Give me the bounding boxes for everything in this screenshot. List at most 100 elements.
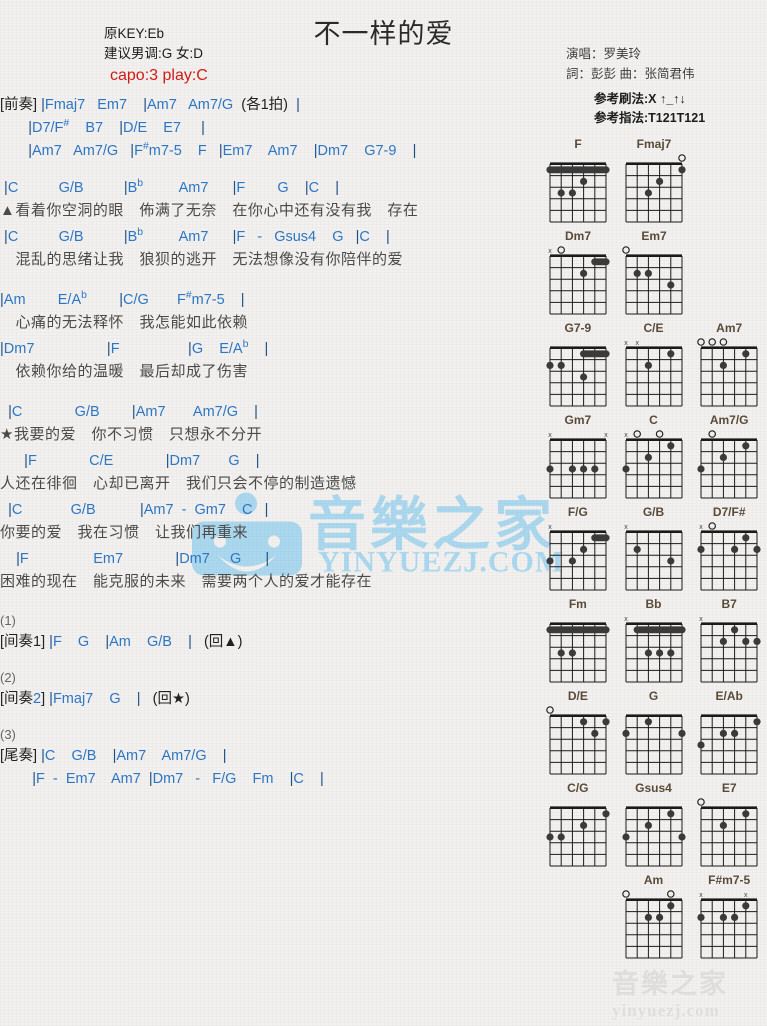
chord-diagram-cell[interactable]: Am7 xyxy=(691,320,767,412)
chord-diagram-cell[interactable]: E/Ab xyxy=(691,688,767,780)
chord-diagram-cell[interactable]: F/G x xyxy=(540,504,616,596)
chord-diagram-em7 xyxy=(622,246,683,315)
section-number: (3) xyxy=(0,727,16,742)
chord-diagram-cell[interactable]: Gsus4 xyxy=(616,780,692,872)
chord-line: |F C/E |Dm7 G | xyxy=(24,453,260,469)
chord-diagram-am7 xyxy=(697,338,758,407)
section-number: (2) xyxy=(0,670,16,685)
svg-text:x: x xyxy=(548,432,552,439)
chord-line: [前奏] |Fmaj7 Em7 |Am7 Am7/G (各1拍) | xyxy=(0,97,300,113)
fingerstyle-reference: 参考指法:T121T121 xyxy=(594,111,706,125)
chord-line: |C G/B |Bb Am7 |F - Gsus4 G |C | xyxy=(4,227,390,245)
chord-diagram-e-ab xyxy=(697,714,761,775)
chord-diagram-name: Dm7 xyxy=(564,229,591,243)
lyric-line: ★我要的爱 你不习惯 只想永不分开 xyxy=(0,426,262,443)
svg-text:x: x xyxy=(744,892,748,899)
chord-line: |Am7 Am7/G |F#m7-5 F |Em7 Am7 |Dm7 G7-9 … xyxy=(28,141,417,159)
lyric-line: 人还在徘徊 心却已离开 我们只会不停的制造遗憾 xyxy=(0,475,357,492)
chord-diagram-cell[interactable]: Fmaj7 xyxy=(616,136,692,228)
svg-text:x: x xyxy=(699,892,703,899)
credits: 詞：彭彭 曲：张简君伟 xyxy=(566,67,695,81)
chord-diagram-cell[interactable]: C/E x x xyxy=(616,320,692,412)
svg-text:x: x xyxy=(624,340,628,347)
chord-diagram-name: Am7 xyxy=(716,321,743,335)
chord-diagram-c-e: xx xyxy=(624,340,682,407)
chord-line: |Am E/Ab |C/G F#m7-5 | xyxy=(0,290,245,308)
chord-diagram-cell[interactable]: G/B x xyxy=(616,504,692,596)
diagram-spacer xyxy=(540,872,616,964)
chord-diagram-cell[interactable]: E7 xyxy=(691,780,767,872)
svg-text:x: x xyxy=(699,616,703,623)
chord-diagram-name: Gm7 xyxy=(564,413,592,427)
chord-diagram-name: C/G xyxy=(567,781,589,795)
chord-diagram-gm7: xx xyxy=(546,432,608,499)
chord-diagram-d7-f-: x xyxy=(697,522,761,591)
chord-diagram-cell[interactable]: G xyxy=(616,688,692,780)
chord-diagram-row: D/E G E/Ab xyxy=(540,688,767,780)
chord-diagram-cell[interactable]: Cx xyxy=(616,412,692,504)
chord-diagram-name: Am xyxy=(643,873,664,887)
chord-diagram-row: C/G Gsus4 E7 xyxy=(540,780,767,872)
svg-text:x: x xyxy=(604,432,608,439)
chord-line: [尾奏] |C G/B |Am7 Am7/G | xyxy=(0,748,227,764)
chord-diagram-c-g xyxy=(546,806,610,867)
chord-diagram-row: Fm Bb x B7 x xyxy=(540,596,767,688)
chord-diagram-name: E7 xyxy=(721,781,737,795)
chord-diagram-g7-9 xyxy=(546,346,610,407)
chord-diagram-cell[interactable]: Am xyxy=(616,872,692,964)
svg-text:x: x xyxy=(548,524,552,531)
chord-diagram-b7: x xyxy=(699,616,761,683)
chord-diagram-name: C xyxy=(649,413,658,427)
chord-diagram-cell[interactable]: Bb x xyxy=(616,596,692,688)
chord-diagram-cell[interactable]: F xyxy=(540,136,616,228)
lyric-line: 依赖你给的温暖 最后却成了伤害 xyxy=(0,363,249,380)
chord-line: |C G/B |Am7 Am7/G | xyxy=(8,404,258,420)
chord-diagram-row: Dm7 x Em7 xyxy=(540,228,767,320)
chord-diagram-cell[interactable]: D7/F# x xyxy=(691,504,767,596)
chord-diagram-name: Gsus4 xyxy=(635,781,672,795)
chord-diagram-cell[interactable]: C/G xyxy=(540,780,616,872)
chord-diagram-name: Bb xyxy=(645,597,662,611)
chord-diagram-cell[interactable]: B7 x xyxy=(691,596,767,688)
chord-diagram-panel: F Fmaj7 Dm7 x Em7 G7-9 C/E x x Am7 Gm7 x x Cx Am7/G F/G… xyxy=(540,136,767,964)
chord-diagram-cell[interactable]: F#m7-5 x x xyxy=(691,872,767,964)
strum-reference: 参考刷法:X ↑_↑↓ xyxy=(594,92,686,106)
chord-line: |C G/B |Am7 - Gm7 C | xyxy=(8,502,269,518)
chord-diagram-fmaj7 xyxy=(625,154,686,223)
chord-diagram-f-m7-5: xx xyxy=(697,892,758,959)
chord-diagram-name: G7-9 xyxy=(564,321,592,335)
chord-diagram-name: G xyxy=(648,689,659,703)
chord-line: [间奏2] |Fmaj7 G | (回★) xyxy=(0,691,190,707)
chord-line: |F Em7 |Dm7 G | xyxy=(16,551,270,567)
svg-text:x: x xyxy=(548,248,552,255)
chord-diagram-g xyxy=(621,714,686,775)
chord-line: |D7/F# B7 |D/E E7 | xyxy=(28,118,205,136)
chord-diagram-c: x xyxy=(621,430,682,499)
chord-line: |F - Em7 Am7 |Dm7 - F/G Fm |C | xyxy=(32,771,324,787)
chord-diagram-d-e xyxy=(546,706,610,775)
chord-lyric-body: [前奏] |Fmaj7 Em7 |Am7 Am7/G (各1拍) | |D7/F… xyxy=(0,96,600,793)
chord-diagram-row: F Fmaj7 xyxy=(540,136,767,228)
chord-diagram-name: C/E xyxy=(643,321,664,335)
chord-diagram-name: Fm xyxy=(568,597,587,611)
lyric-line: 心痛的无法释怀 我怎能如此依赖 xyxy=(0,314,249,331)
chord-diagram-cell[interactable]: Am7/G xyxy=(691,412,767,504)
chord-diagram-name: G/B xyxy=(642,505,665,519)
chord-diagram-cell[interactable]: Fm xyxy=(540,596,616,688)
chord-diagram-cell[interactable]: Em7 xyxy=(616,228,692,320)
chord-diagram-cell[interactable]: Gm7 x x xyxy=(540,412,616,504)
lyric-line: 你要的爱 我在习惯 让我们再重来 xyxy=(0,524,249,541)
chord-diagram-cell[interactable]: G7-9 xyxy=(540,320,616,412)
chord-diagram-f-g: x xyxy=(546,524,610,591)
chord-diagram-name: F#m7-5 xyxy=(708,873,751,887)
svg-text:x: x xyxy=(624,616,628,623)
chord-diagram-name: Fmaj7 xyxy=(636,137,672,151)
chord-diagram-cell[interactable]: D/E xyxy=(540,688,616,780)
chord-diagram-e7 xyxy=(697,798,758,867)
chord-diagram-gsus4 xyxy=(621,806,686,867)
chord-diagram-cell[interactable]: Dm7 x xyxy=(540,228,616,320)
svg-text:x: x xyxy=(635,340,639,347)
